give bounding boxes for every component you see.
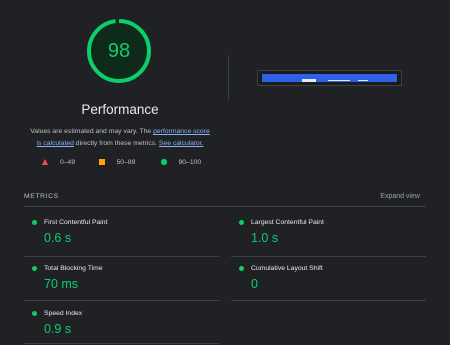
metric-first-contentful-paint: First Contentful Paint 0.6 s: [30, 219, 215, 249]
score-legend: 0–49 50–89 90–100: [0, 156, 240, 170]
performance-score-gauge: 98: [86, 18, 152, 84]
pass-circle-icon: [32, 266, 37, 271]
metric-label: First Contentful Paint: [44, 219, 108, 226]
expand-view-button[interactable]: Expand view: [380, 193, 420, 200]
is-calculated-link[interactable]: is calculated: [37, 140, 74, 147]
legend-item-fail: 0–49: [42, 156, 75, 168]
final-screenshot-thumbnail[interactable]: [257, 70, 402, 86]
legend-item-average: 50–89: [99, 156, 135, 168]
vertical-divider: [228, 55, 229, 100]
metric-label: Total Blocking Time: [44, 265, 103, 272]
legend-label-fail: 0–49: [60, 158, 76, 166]
legend-label-pass: 90–100: [178, 158, 202, 166]
metrics-row-divider: [24, 256, 219, 257]
metrics-row-divider: [24, 300, 219, 301]
metrics-divider: [24, 206, 426, 207]
metric-value: 0.6 s: [44, 231, 72, 245]
performance-score-value: 98: [107, 40, 131, 62]
performance-description: Values are estimated and may vary. The p…: [24, 126, 216, 149]
triangle-icon: [42, 159, 48, 165]
circle-icon: [161, 159, 167, 165]
screenshot-detail: [302, 79, 316, 82]
metric-cumulative-layout-shift: Cumulative Layout Shift 0: [237, 265, 422, 295]
legend-item-pass: 90–100: [161, 156, 201, 168]
metric-label: Largest Contentful Paint: [251, 219, 324, 226]
screenshot-detail: [358, 80, 368, 81]
description-text-2: directly from these metrics.: [73, 139, 159, 147]
screenshot-image: [262, 74, 397, 82]
metric-value: 0.9 s: [44, 322, 72, 336]
legend-label-average: 50–89: [116, 158, 136, 166]
square-icon: [99, 159, 105, 165]
description-text-1: Values are estimated and may vary. The: [30, 128, 154, 135]
metric-label: Speed Index: [44, 310, 83, 317]
performance-title: Performance: [81, 102, 159, 117]
pass-circle-icon: [32, 311, 37, 316]
screenshot-detail: [328, 80, 350, 81]
pass-circle-icon: [239, 266, 244, 271]
metrics-row-divider: [24, 343, 219, 344]
metrics-header: METRICS: [24, 193, 59, 200]
metric-total-blocking-time: Total Blocking Time 70 ms: [30, 265, 215, 295]
pass-circle-icon: [32, 220, 37, 225]
performance-score-link[interactable]: performance score: [153, 128, 210, 135]
metric-value: 1.0 s: [251, 231, 279, 245]
metric-value: 0: [251, 277, 258, 291]
metric-label: Cumulative Layout Shift: [251, 265, 323, 272]
see-calculator-link[interactable]: See calculator.: [159, 140, 204, 147]
pass-circle-icon: [239, 220, 244, 225]
metric-speed-index: Speed Index 0.9 s: [30, 310, 215, 340]
metric-value: 70 ms: [44, 277, 79, 291]
metric-largest-contentful-paint: Largest Contentful Paint 1.0 s: [237, 219, 422, 249]
metrics-row-divider: [231, 256, 426, 257]
metrics-row-divider: [231, 300, 426, 301]
